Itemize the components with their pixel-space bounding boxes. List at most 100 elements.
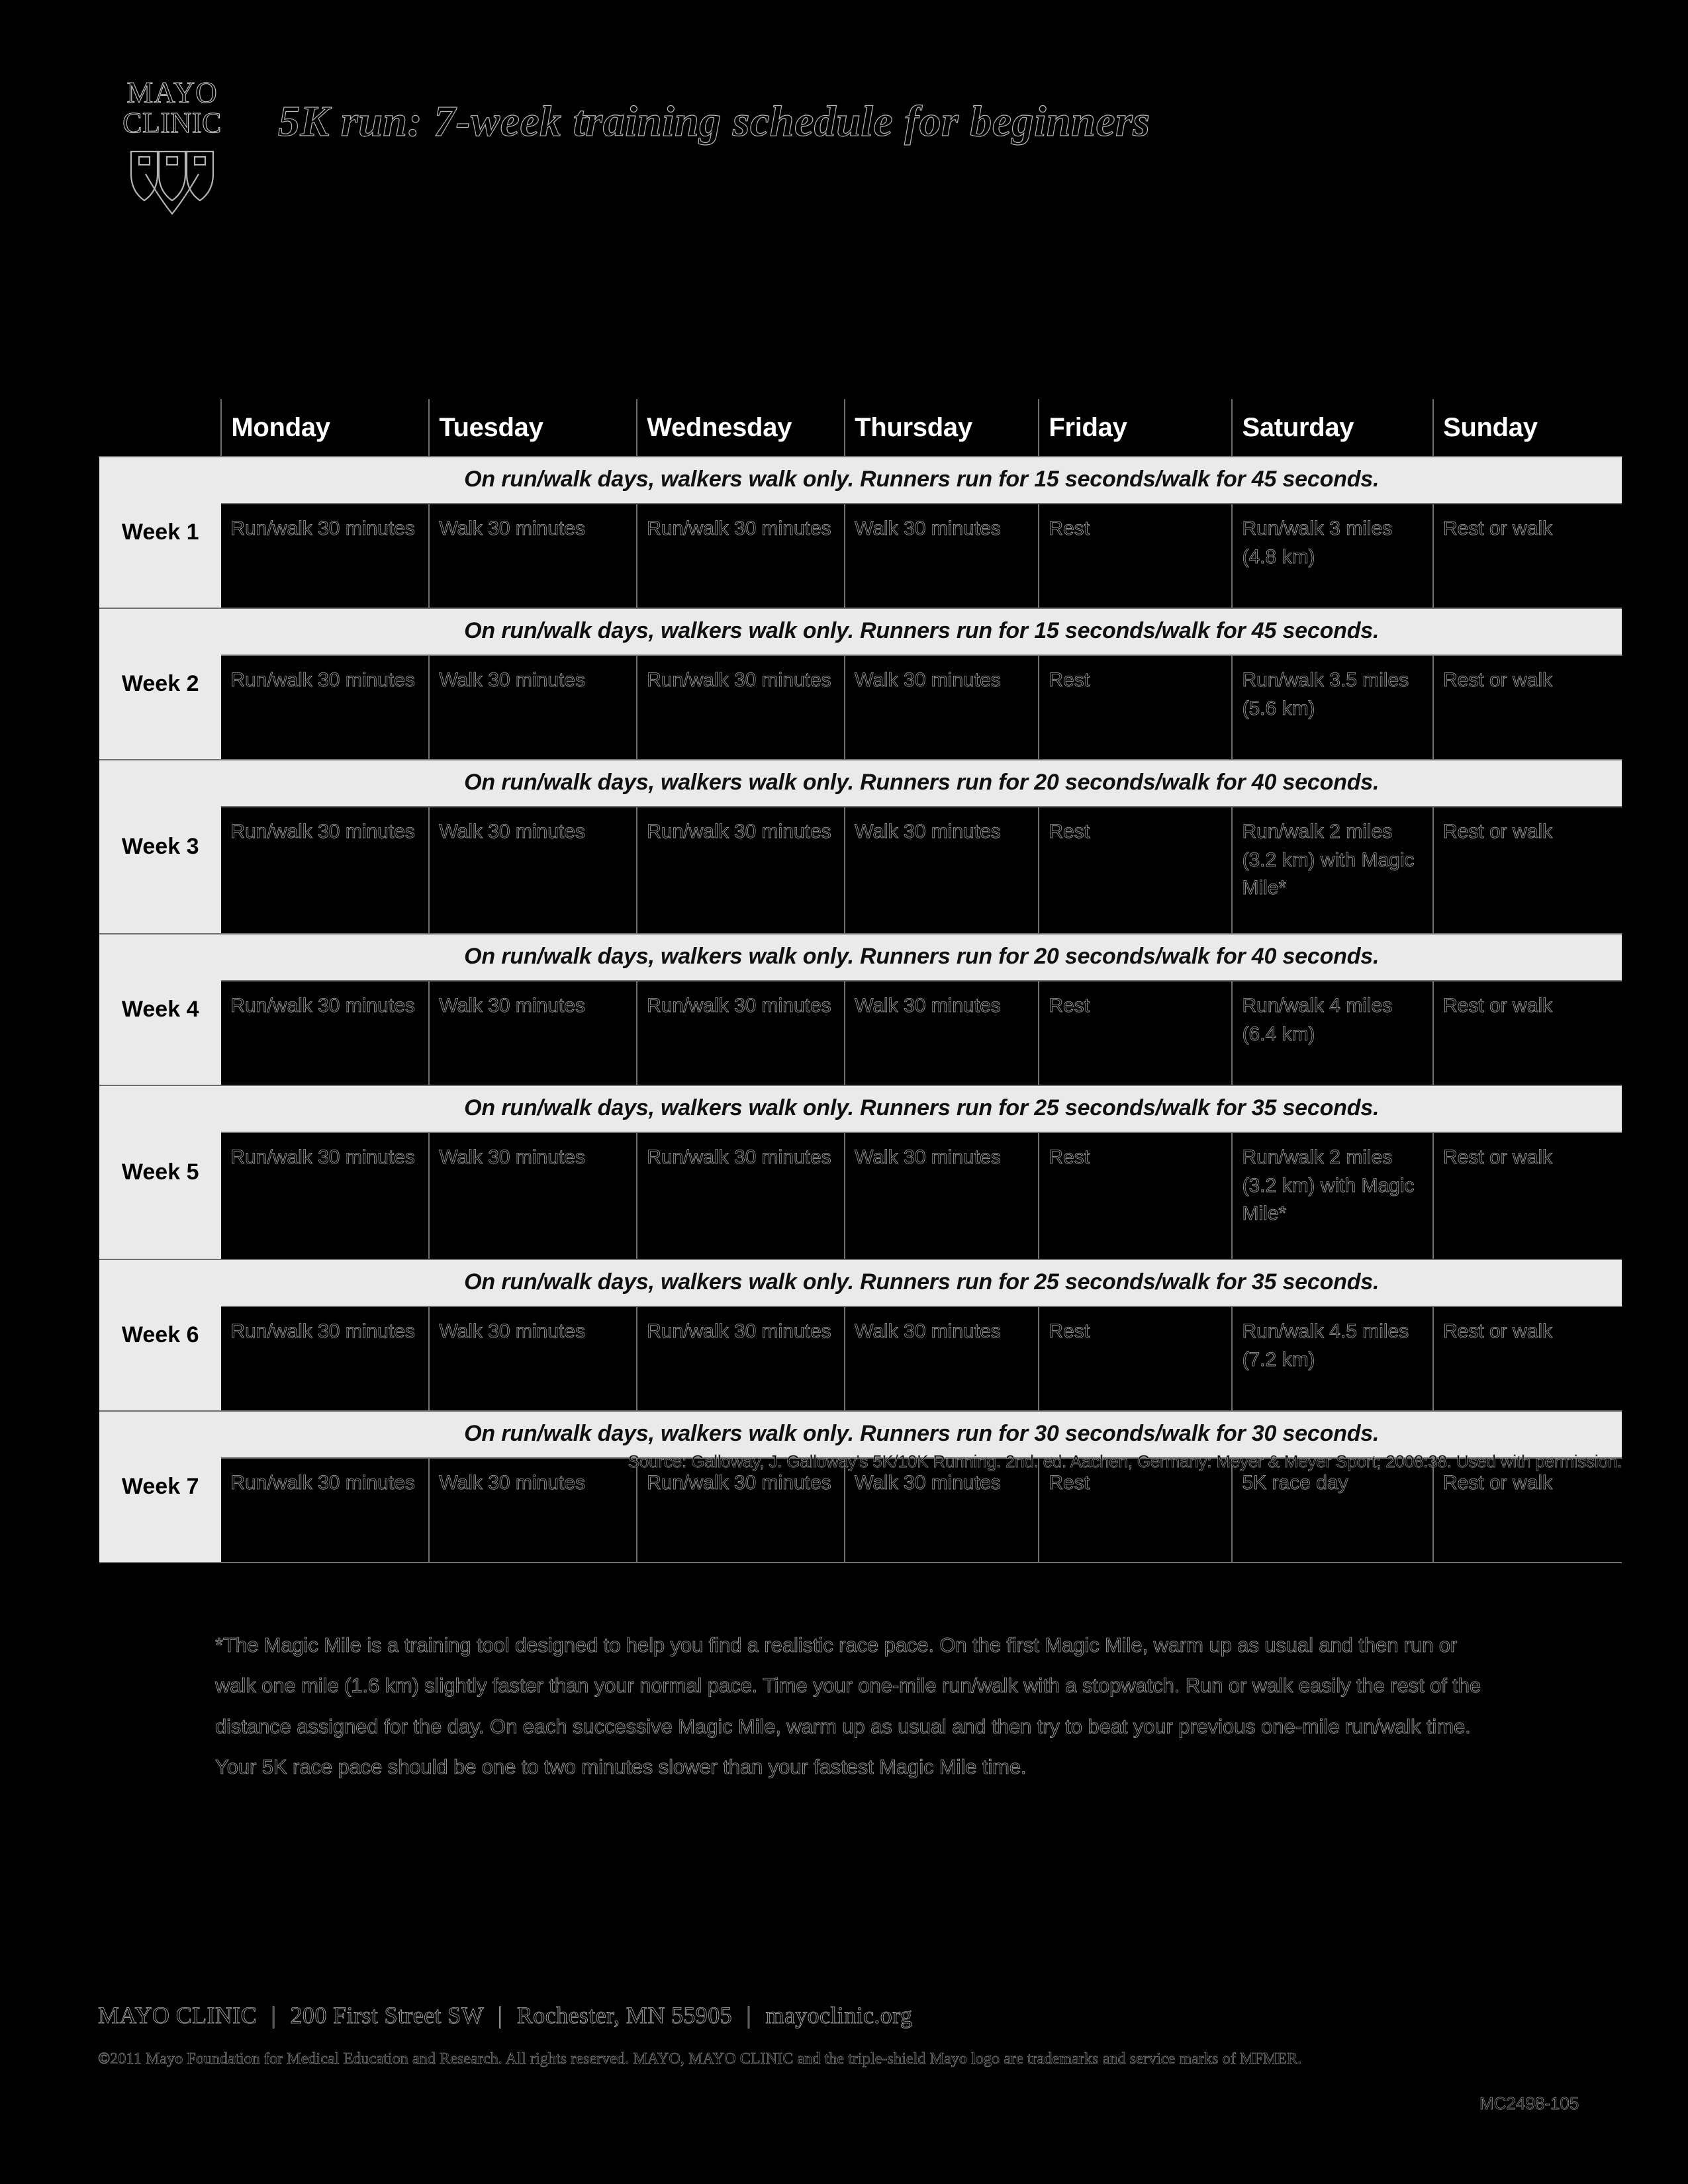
cell-week2-thursday: Walk 30 minutes: [845, 655, 1040, 760]
logo-text-mayo: MAYO: [126, 76, 218, 109]
week-days-row: Run/walk 30 minutes Walk 30 minutes Run/wa…: [99, 503, 1622, 609]
cell-week4-saturday: Run/walk 4 miles (6.4 km): [1232, 980, 1434, 1086]
cell-week1-sunday: Rest or walk: [1433, 503, 1622, 609]
week-days-row: Run/walk 30 minutes Walk 30 minutes Run/wa…: [99, 655, 1622, 760]
cell-week4-wednesday: Run/walk 30 minutes: [637, 980, 846, 1086]
week-note-4: On run/walk days, walkers walk only. Run…: [221, 934, 1622, 981]
document-code: MC2498-105: [1479, 2093, 1579, 2114]
cell-week2-saturday: Run/walk 3.5 miles (5.6 km): [1232, 655, 1434, 760]
week-column-header: [99, 399, 222, 457]
logo-text-clinic: CLINIC: [122, 106, 222, 139]
cell-week1-monday: Run/walk 30 minutes: [221, 503, 430, 609]
cell-week6-monday: Run/walk 30 minutes: [221, 1306, 430, 1412]
cell-week6-thursday: Walk 30 minutes: [845, 1306, 1040, 1412]
cell-week3-thursday: Walk 30 minutes: [845, 806, 1040, 934]
cell-week6-saturday: Run/walk 4.5 miles (7.2 km): [1232, 1306, 1434, 1412]
week-label-6: Week 6: [99, 1259, 222, 1412]
footer-website-link[interactable]: mayoclinic.org: [765, 2002, 912, 2029]
cell-week5-thursday: Walk 30 minutes: [845, 1132, 1040, 1260]
cell-week2-sunday: Rest or walk: [1433, 655, 1622, 760]
cell-week7-sunday: Rest or walk: [1433, 1457, 1622, 1563]
training-schedule-table: Monday Tuesday Wednesday Thursday Friday…: [99, 399, 1622, 1563]
week-label-3: Week 3: [99, 760, 222, 934]
week-label-4: Week 4: [99, 934, 222, 1086]
cell-week7-saturday: 5K race day: [1232, 1457, 1434, 1563]
week-days-row: Run/walk 30 minutes Walk 30 minutes Run/wa…: [99, 1306, 1622, 1412]
cell-week1-wednesday: Run/walk 30 minutes: [637, 503, 846, 609]
cell-week2-friday: Rest: [1039, 655, 1233, 760]
mayo-clinic-logo: MAYO CLINIC: [96, 76, 248, 224]
week-note-row: Week 2 On run/walk days, walkers walk onl…: [99, 608, 1622, 760]
week-note-3: On run/walk days, walkers walk only. Run…: [221, 760, 1622, 807]
cell-week7-thursday: Walk 30 minutes: [845, 1457, 1040, 1563]
cell-week4-friday: Rest: [1039, 980, 1233, 1086]
source-citation: Source: Galloway, J. Galloway's 5K/10K R…: [628, 1451, 1622, 1472]
footer-copyright: ©2011 Mayo Foundation for Medical Educat…: [98, 2050, 1302, 2068]
column-header-thursday: Thursday: [845, 399, 1040, 457]
cell-week5-monday: Run/walk 30 minutes: [221, 1132, 430, 1260]
column-header-saturday: Saturday: [1232, 399, 1434, 457]
cell-week3-saturday: Run/walk 2 miles (3.2 km) with Magic Mil…: [1232, 806, 1434, 934]
cell-week7-tuesday: Walk 30 minutes: [429, 1457, 638, 1563]
cell-week7-wednesday: Run/walk 30 minutes: [637, 1457, 846, 1563]
week-days-row: Run/walk 30 minutes Walk 30 minutes Run/wa…: [99, 806, 1622, 934]
cell-week5-wednesday: Run/walk 30 minutes: [637, 1132, 846, 1260]
cell-week1-tuesday: Walk 30 minutes: [429, 503, 638, 609]
magic-mile-footnote: *The Magic Mile is a training tool desig…: [215, 1633, 1481, 1779]
footer-street: 200 First Street SW: [290, 2002, 484, 2029]
week-days-row: Run/walk 30 minutes Walk 30 minutes Run/wa…: [99, 980, 1622, 1086]
table-header: Monday Tuesday Wednesday Thursday Friday…: [99, 399, 1622, 457]
week-days-row: Run/walk 30 minutes Walk 30 minutes Run/wa…: [99, 1132, 1622, 1260]
week-note-5: On run/walk days, walkers walk only. Run…: [221, 1085, 1622, 1132]
column-header-friday: Friday: [1039, 399, 1233, 457]
cell-week6-sunday: Rest or walk: [1433, 1306, 1622, 1412]
cell-week2-tuesday: Walk 30 minutes: [429, 655, 638, 760]
week-label-1: Week 1: [99, 457, 222, 609]
triple-shield-icon: [96, 148, 248, 217]
week-days-row: Run/walk 30 minutes Walk 30 minutes Run/wa…: [99, 1457, 1622, 1563]
week-note-row: Week 1 On run/walk days, walkers walk onl…: [99, 457, 1622, 609]
week-label-5: Week 5: [99, 1085, 222, 1260]
cell-week4-tuesday: Walk 30 minutes: [429, 980, 638, 1086]
column-header-sunday: Sunday: [1433, 399, 1622, 457]
week-note-6: On run/walk days, walkers walk only. Run…: [221, 1259, 1622, 1306]
footer-separator-2: |: [497, 2002, 503, 2029]
week-note-1: On run/walk days, walkers walk only. Run…: [221, 457, 1622, 504]
cell-week5-saturday: Run/walk 2 miles (3.2 km) with Magic Mil…: [1232, 1132, 1434, 1260]
column-header-tuesday: Tuesday: [429, 399, 638, 457]
cell-week4-monday: Run/walk 30 minutes: [221, 980, 430, 1086]
footer-separator-1: |: [271, 2002, 277, 2029]
week-note-row: Week 3 On run/walk days, walkers walk onl…: [99, 760, 1622, 934]
cell-week4-sunday: Rest or walk: [1433, 980, 1622, 1086]
cell-week2-wednesday: Run/walk 30 minutes: [637, 655, 846, 760]
cell-week1-saturday: Run/walk 3 miles (4.8 km): [1232, 503, 1434, 609]
cell-week7-monday: Run/walk 30 minutes: [221, 1457, 430, 1563]
cell-week3-wednesday: Run/walk 30 minutes: [637, 806, 846, 934]
cell-week4-thursday: Walk 30 minutes: [845, 980, 1040, 1086]
cell-week5-tuesday: Walk 30 minutes: [429, 1132, 638, 1260]
cell-week3-tuesday: Walk 30 minutes: [429, 806, 638, 934]
cell-week6-friday: Rest: [1039, 1306, 1233, 1412]
page-title: 5K run: 7-week training schedule for beg…: [277, 97, 1150, 146]
cell-week5-sunday: Rest or walk: [1433, 1132, 1622, 1260]
cell-week7-friday: Rest: [1039, 1457, 1233, 1563]
cell-week1-thursday: Walk 30 minutes: [845, 503, 1040, 609]
week-note-row: Week 4 On run/walk days, walkers walk onl…: [99, 934, 1622, 1086]
week-note-2: On run/walk days, walkers walk only. Run…: [221, 608, 1622, 655]
cell-week6-tuesday: Walk 30 minutes: [429, 1306, 638, 1412]
cell-week3-monday: Run/walk 30 minutes: [221, 806, 430, 934]
column-header-monday: Monday: [221, 399, 430, 457]
day-header-row: Monday Tuesday Wednesday Thursday Friday…: [99, 399, 1622, 457]
week-label-7: Week 7: [99, 1411, 222, 1563]
footer-address: MAYO CLINIC | 200 First Street SW | Roch…: [98, 2001, 913, 2029]
footer-separator-3: |: [746, 2002, 752, 2029]
column-header-wednesday: Wednesday: [637, 399, 846, 457]
footer-city: Rochester, MN 55905: [516, 2002, 733, 2029]
week-note-row: Week 5 On run/walk days, walkers walk onl…: [99, 1085, 1622, 1260]
cell-week5-friday: Rest: [1039, 1132, 1233, 1260]
week-label-2: Week 2: [99, 608, 222, 760]
week-note-row: Week 6 On run/walk days, walkers walk onl…: [99, 1259, 1622, 1412]
footer-org: MAYO CLINIC: [98, 2002, 258, 2029]
cell-week3-friday: Rest: [1039, 806, 1233, 934]
cell-week6-wednesday: Run/walk 30 minutes: [637, 1306, 846, 1412]
